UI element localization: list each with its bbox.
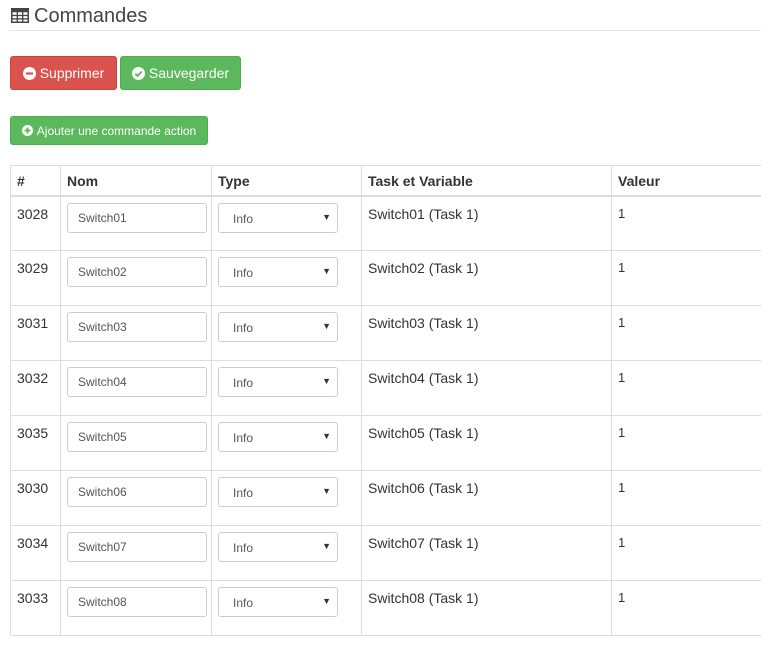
command-type-select[interactable]: Info ▼ [218,367,338,397]
delete-button-label: Supprimer [39,65,105,81]
command-type-select[interactable]: Info ▼ [218,532,338,562]
select-value: Info [233,376,254,390]
command-type-select[interactable]: Info ▼ [218,257,338,287]
header-type: Type [211,165,362,197]
command-type-select[interactable]: Info ▼ [218,587,338,617]
command-name-input[interactable] [67,532,207,562]
command-value: 1 [611,415,761,471]
table-row: 3031 Info ▼ Switch03 (Task 1) 1 [10,305,761,361]
caret-down-icon: ▼ [322,596,331,606]
command-value: 1 [611,305,761,361]
table-row: 3032 Info ▼ Switch04 (Task 1) 1 [10,360,761,416]
caret-down-icon: ▼ [322,486,331,496]
command-id: 3034 [10,525,61,581]
table-row: 3033 Info ▼ Switch08 (Task 1) 1 [10,580,761,636]
task-variable: Switch08 (Task 1) [361,580,612,636]
select-value: Info [233,486,254,500]
table-row: 3029 Info ▼ Switch02 (Task 1) 1 [10,250,761,306]
task-variable: Switch07 (Task 1) [361,525,612,581]
command-type-select[interactable]: Info ▼ [218,422,338,452]
task-variable: Switch04 (Task 1) [361,360,612,416]
select-value: Info [233,541,254,555]
check-circle-icon [131,66,145,80]
task-variable: Switch06 (Task 1) [361,470,612,526]
add-action-command-button[interactable]: Ajouter une commande action [10,116,208,145]
command-type-select[interactable]: Info ▼ [218,312,338,342]
caret-down-icon: ▼ [322,376,331,386]
caret-down-icon: ▼ [322,431,331,441]
command-value: 1 [611,360,761,416]
select-value: Info [233,211,254,226]
select-value: Info [233,431,254,445]
table-row: 3030 Info ▼ Switch06 (Task 1) 1 [10,470,761,526]
save-button[interactable]: Sauvegarder [120,56,241,90]
table-row: 3028 Info ▼ Switch01 (Task 1) 1 [10,195,761,251]
add-action-command-label: Ajouter une commande action [36,123,197,138]
caret-down-icon: ▼ [322,266,331,276]
command-id: 3031 [10,305,61,361]
header-name: Nom [60,165,212,197]
table-icon [11,8,29,23]
command-value: 1 [611,470,761,526]
command-id: 3035 [10,415,61,471]
caret-down-icon: ▼ [322,211,331,222]
command-value: 1 [611,580,761,636]
caret-down-icon: ▼ [322,541,331,551]
command-name-input[interactable] [67,202,207,233]
header-task-variable: Task et Variable [361,165,612,197]
delete-button[interactable]: Supprimer [10,56,117,90]
header-value: Valeur [611,165,761,197]
select-value: Info [233,596,254,610]
command-name-input[interactable] [67,477,207,507]
command-id: 3032 [10,360,61,416]
command-name-input[interactable] [67,587,207,617]
command-value: 1 [611,250,761,306]
command-name-input[interactable] [67,257,207,287]
caret-down-icon: ▼ [322,321,331,331]
command-id: 3029 [10,250,61,306]
minus-circle-icon [22,66,36,80]
command-id: 3030 [10,470,61,526]
task-variable: Switch01 (Task 1) [361,195,612,251]
select-value: Info [233,321,254,335]
command-name-input[interactable] [67,312,207,342]
page-header: Commandes [10,0,761,31]
header-id: # [10,165,61,197]
command-id: 3033 [10,580,61,636]
task-variable: Switch02 (Task 1) [361,250,612,306]
command-name-input[interactable] [67,422,207,452]
command-type-select[interactable]: Info ▼ [218,202,338,233]
table-row: 3035 Info ▼ Switch05 (Task 1) 1 [10,415,761,471]
table-header-row: # Nom Type Task et Variable Valeur [10,165,761,197]
select-value: Info [233,266,254,280]
command-id: 3028 [10,195,61,251]
plus-circle-icon [21,125,33,136]
table-row: 3034 Info ▼ Switch07 (Task 1) 1 [10,525,761,581]
task-variable: Switch03 (Task 1) [361,305,612,361]
command-value: 1 [611,525,761,581]
task-variable: Switch05 (Task 1) [361,415,612,471]
command-name-input[interactable] [67,367,207,397]
commands-table: # Nom Type Task et Variable Valeur 3028 … [10,165,761,636]
command-type-select[interactable]: Info ▼ [218,477,338,507]
command-value: 1 [611,195,761,251]
page-title: Commandes [34,5,148,27]
save-button-label: Sauvegarder [148,65,230,81]
